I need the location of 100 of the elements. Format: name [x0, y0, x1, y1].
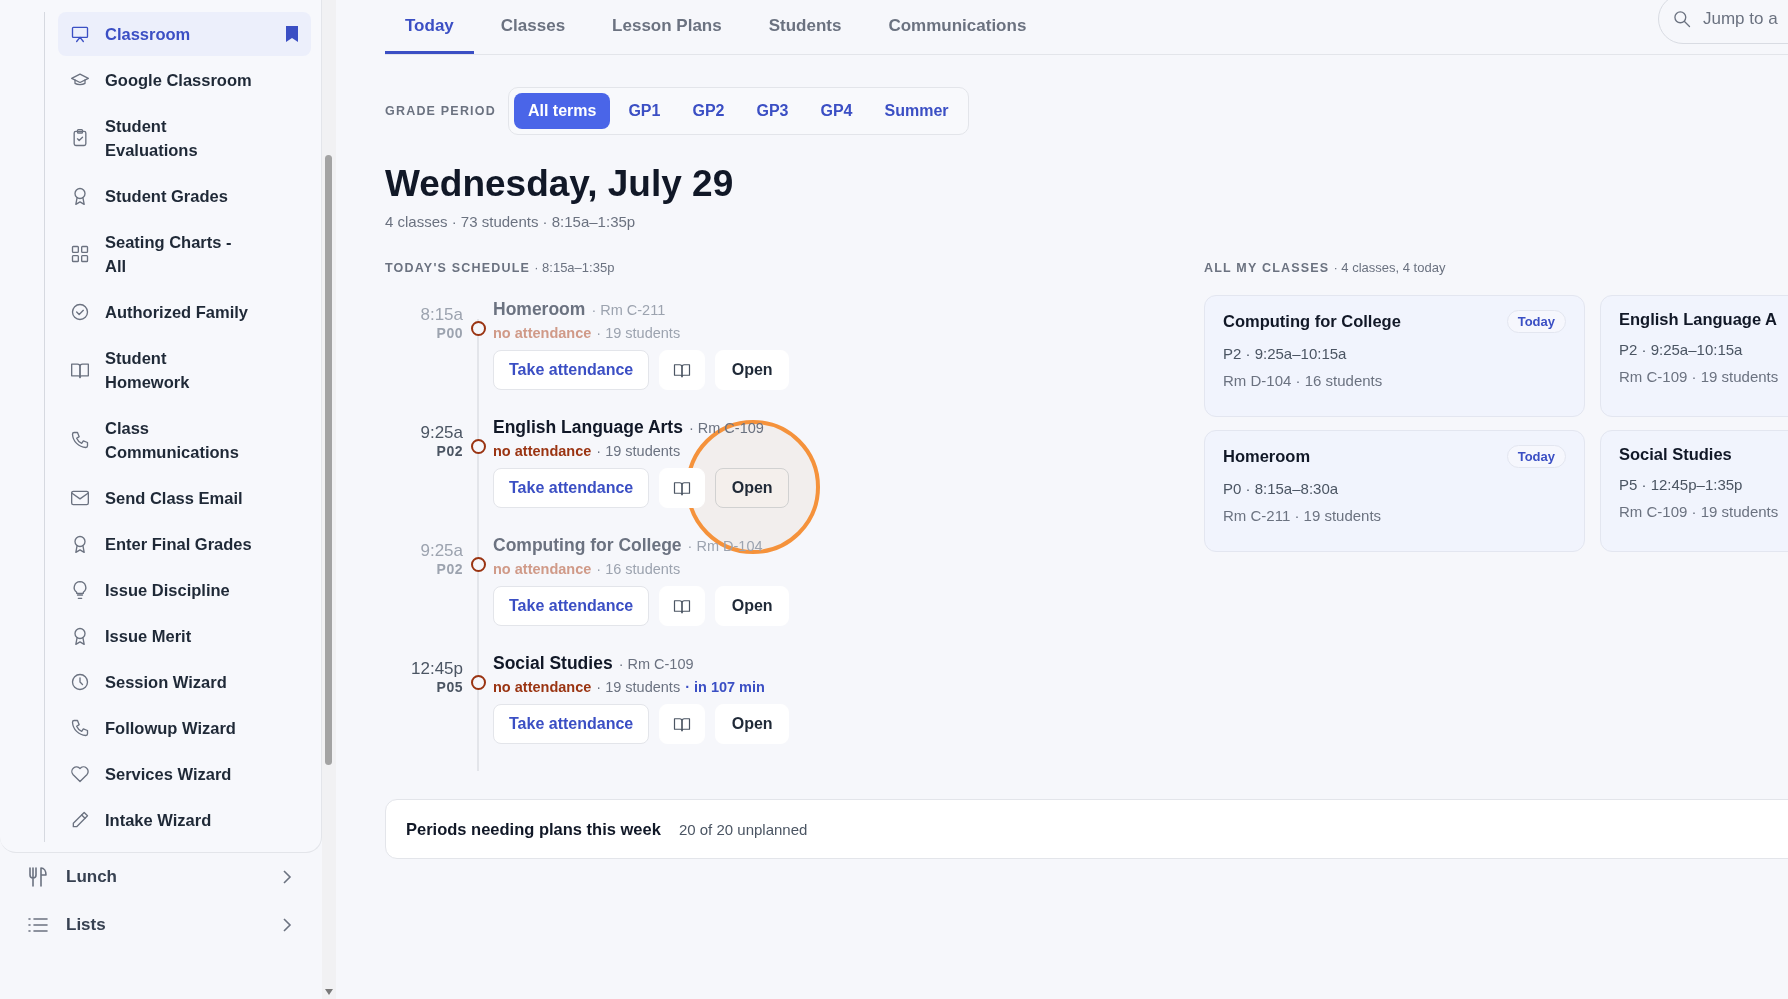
open-button[interactable]: Open — [715, 704, 790, 744]
sidebar-item[interactable]: Issue Merit — [58, 614, 311, 658]
grade-period-option[interactable]: All terms — [513, 93, 611, 129]
search-field[interactable]: Jump to a — [1658, 0, 1788, 44]
sidebar-item[interactable]: Classroom — [58, 12, 311, 56]
class-card[interactable]: Social Studies P5 · 12:45p–1:35p Rm C-109 · 19 students — [1600, 430, 1788, 552]
take-attendance-button[interactable]: Take attendance — [493, 704, 650, 744]
grade-period-option[interactable]: GP2 — [678, 93, 739, 129]
day-summary: 4 classes · 73 students · 8:15a–1:35p — [385, 213, 637, 230]
today-badge: Today — [1506, 445, 1566, 468]
pencil-icon — [70, 810, 90, 830]
grade-period-option[interactable]: GP3 — [742, 93, 803, 129]
grade-period-option[interactable]: Summer — [870, 93, 963, 129]
attendance-status: no attendance — [493, 561, 592, 577]
timeline-dot — [471, 439, 486, 454]
sidebar-item[interactable]: Student Grades — [58, 174, 311, 218]
class-name: English Language Arts — [493, 417, 683, 438]
class-name: Computing for College — [493, 535, 682, 556]
sidebar-section[interactable]: Lists — [0, 901, 322, 949]
nav-tab[interactable]: Communications — [868, 0, 1047, 54]
grid-icon — [70, 244, 90, 264]
plans-title: Periods needing plans this week — [406, 819, 661, 839]
book-button[interactable] — [659, 350, 706, 390]
open-button[interactable]: Open — [715, 350, 790, 390]
book-icon — [673, 479, 692, 497]
monitor-icon — [70, 24, 90, 44]
bookmark-icon[interactable] — [285, 25, 299, 43]
card-title: English Language A — [1619, 310, 1777, 329]
class-room: · Rm C-109 — [688, 420, 764, 436]
class-card[interactable]: Computing for College Today P2 · 9:25a–10:15a Rm D-104 · 16 students — [1204, 295, 1585, 417]
student-count: · 19 students — [596, 679, 681, 695]
timeline-dot — [471, 321, 486, 336]
class-card[interactable]: Homeroom Today P0 · 8:15a–8:30a Rm C-211 · 19 students — [1204, 430, 1585, 552]
sidebar-item[interactable]: Send Class Email — [58, 476, 311, 520]
sidebar-item[interactable]: Seating Charts - All — [58, 220, 311, 288]
book-icon — [673, 597, 692, 615]
card-schedule: P2 · 9:25a–10:15a — [1619, 341, 1744, 358]
class-name: Social Studies — [493, 653, 613, 674]
sidebar-item[interactable]: Student Evaluations — [58, 104, 311, 172]
class-room: · Rm C-109 — [618, 656, 694, 672]
mail-icon — [70, 488, 90, 508]
clock-icon — [70, 672, 90, 692]
sidebar-item[interactable]: Enter Final Grades — [58, 522, 311, 566]
nav-tab[interactable]: Classes — [480, 0, 586, 54]
sidebar-item[interactable]: Issue Discipline — [58, 568, 311, 612]
grade-period-option[interactable]: GP1 — [614, 93, 675, 129]
page-title: Wednesday, July 29 — [385, 163, 735, 205]
card-schedule: P5 · 12:45p–1:35p — [1619, 476, 1744, 493]
classes-summary: · 4 classes, 4 today — [1333, 260, 1446, 275]
heart-icon — [70, 764, 90, 784]
take-attendance-button[interactable]: Take attendance — [493, 350, 650, 390]
period-code: P00 — [435, 325, 463, 341]
scrollbar-thumb[interactable] — [325, 155, 332, 765]
utensils-icon — [26, 865, 50, 889]
grade-period-option[interactable]: GP4 — [806, 93, 867, 129]
open-button[interactable]: Open — [715, 468, 790, 508]
timeline-dot — [471, 557, 486, 572]
sidebar-item[interactable]: Class Communications — [58, 406, 311, 474]
attendance-status: no attendance — [493, 679, 592, 695]
nav-tab[interactable]: Today — [385, 0, 474, 54]
sidebar-item[interactable]: Intake Wizard — [58, 798, 311, 842]
sidebar-item[interactable]: Followup Wizard — [58, 706, 311, 750]
phone-icon — [70, 430, 90, 450]
sidebar-item[interactable]: Services Wizard — [58, 752, 311, 796]
countdown: · in 107 min — [685, 679, 765, 695]
book-button[interactable] — [659, 468, 706, 508]
card-details: Rm C-109 · 19 students — [1619, 503, 1780, 520]
card-details: Rm C-109 · 19 students — [1619, 368, 1780, 385]
timeline-dot — [471, 675, 486, 690]
scrollbar[interactable] — [322, 0, 336, 999]
sidebar-item[interactable]: Authorized Family — [58, 290, 311, 334]
plans-banner[interactable]: Periods needing plans this week 20 of 20 unplanned — [385, 799, 1788, 859]
sidebar-item[interactable]: Student Homework — [58, 336, 311, 404]
sidebar-item[interactable]: Session Wizard — [58, 660, 311, 704]
book-icon — [673, 361, 692, 379]
phone-icon — [70, 718, 90, 738]
card-title: Social Studies — [1619, 445, 1732, 464]
book-button[interactable] — [659, 586, 706, 626]
class-time: 12:45p — [410, 659, 463, 679]
book-button[interactable] — [659, 704, 706, 744]
open-button[interactable]: Open — [715, 586, 790, 626]
scroll-down-icon[interactable] — [325, 989, 333, 995]
student-count: · 19 students — [596, 325, 681, 341]
take-attendance-button[interactable]: Take attendance — [493, 468, 650, 508]
class-time: 9:25a — [419, 423, 463, 443]
schedule-range: · 8:15a–1:35p — [534, 260, 615, 275]
period-code: P02 — [435, 561, 463, 577]
attendance-status: no attendance — [493, 325, 592, 341]
sidebar-section[interactable]: Lunch — [0, 853, 322, 901]
nav-tab[interactable]: Lesson Plans — [592, 0, 742, 54]
section-heading: ALL MY CLASSES — [1204, 261, 1330, 275]
class-room: · Rm C-211 — [591, 302, 666, 318]
card-title: Homeroom — [1223, 447, 1311, 466]
sidebar-item[interactable]: Google Classroom — [58, 58, 311, 102]
check-circle-icon — [70, 302, 90, 322]
nav-tab[interactable]: Students — [748, 0, 862, 54]
class-card[interactable]: English Language A P2 · 9:25a–10:15a Rm C-109 · 19 students — [1600, 295, 1788, 417]
take-attendance-button[interactable]: Take attendance — [493, 586, 650, 626]
class-time: 9:25a — [419, 541, 463, 561]
chevron-right-icon — [282, 917, 292, 933]
